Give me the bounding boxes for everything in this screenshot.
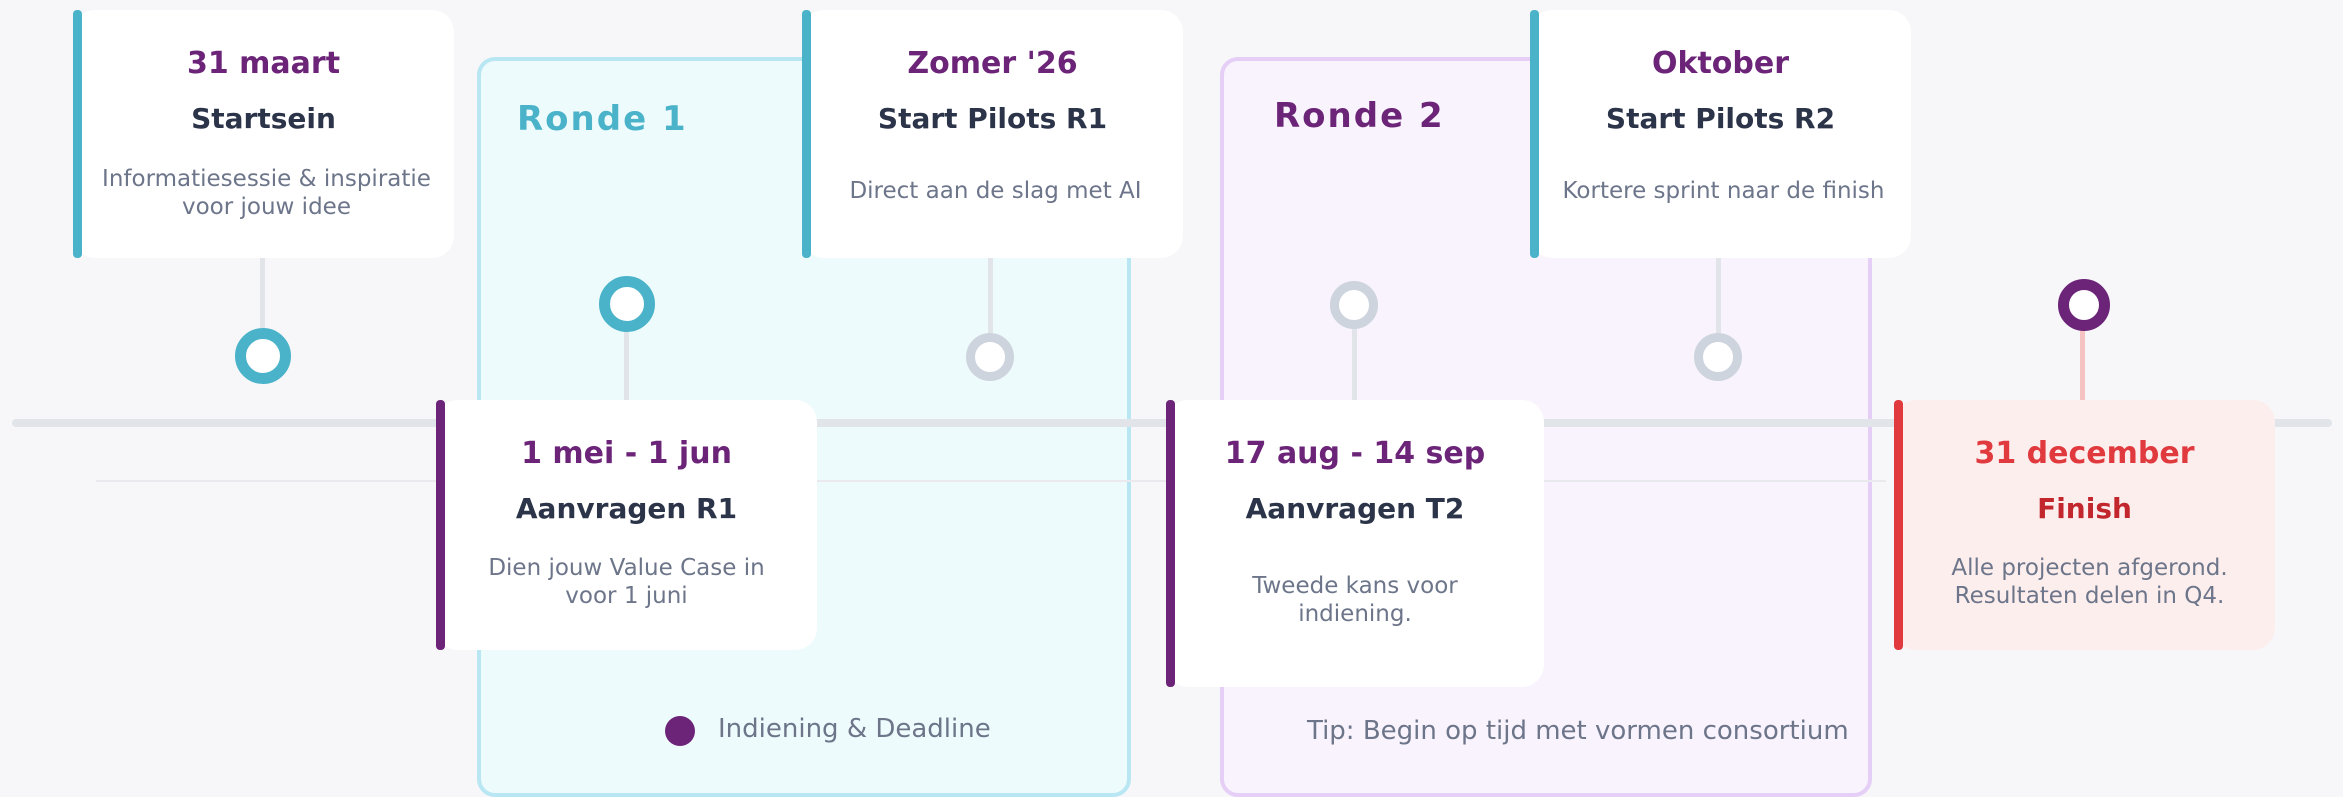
milestone-description: Tweede kans voor indiening. xyxy=(1252,573,1458,627)
legend-dot-icon xyxy=(665,716,695,746)
round-1-label: Ronde 1 xyxy=(517,99,688,139)
milestone-card-finish: 31 december Finish Alle projecten afgero… xyxy=(1894,400,2275,650)
milestone-title: Aanvragen T2 xyxy=(1245,492,1465,525)
milestone-title: Finish xyxy=(2037,492,2132,525)
milestone-title: Start Pilots R2 xyxy=(1605,102,1836,135)
milestone-title: Startsein xyxy=(191,102,336,135)
milestone-card-startsein: 31 maart Startsein Informatiesessie & in… xyxy=(73,10,454,258)
milestone-5-stem xyxy=(1716,258,1721,338)
milestone-description: Dien jouw Value Case in voor 1 juni xyxy=(488,555,765,609)
milestone-card-start-pilots-r2: Oktober Start Pilots R2 Kortere sprint n… xyxy=(1530,10,1911,258)
milestone-4-stem xyxy=(1352,320,1357,400)
milestone-card-aanvragen-r1: 1 mei - 1 jun Aanvragen R1 Dien jouw Val… xyxy=(436,400,817,650)
milestone-2-stem xyxy=(624,320,629,400)
milestone-card-start-pilots-r1: Zomer '26 Start Pilots R1 Direct aan de … xyxy=(802,10,1183,258)
milestone-date: 31 maart xyxy=(186,46,341,81)
legend-label: Indiening & Deadline xyxy=(718,714,991,744)
milestone-date: 1 mei - 1 jun xyxy=(521,436,732,471)
milestone-1-stem xyxy=(260,258,265,338)
milestone-6-marker xyxy=(2058,279,2110,331)
milestone-date: 17 aug - 14 sep xyxy=(1224,436,1486,471)
milestone-2-marker xyxy=(599,276,655,332)
milestone-3-stem xyxy=(988,258,993,338)
milestone-description: Direct aan de slag met AI xyxy=(849,178,1142,204)
milestone-description: Kortere sprint naar de finish xyxy=(1562,178,1885,204)
milestone-4-marker xyxy=(1330,281,1378,329)
milestone-title: Aanvragen R1 xyxy=(515,492,738,525)
milestone-description: Alle projecten afgerond. Resultaten dele… xyxy=(1951,555,2228,609)
tip-text: Tip: Begin op tijd met vormen consortium xyxy=(1307,716,1849,746)
milestone-3-marker xyxy=(966,333,1014,381)
timeline-guide-line xyxy=(96,480,1886,482)
round-2-label: Ronde 2 xyxy=(1274,96,1445,136)
milestone-card-aanvragen-t2: 17 aug - 14 sep Aanvragen T2 Tweede kans… xyxy=(1166,400,1544,687)
milestone-date: Oktober xyxy=(1651,46,1790,81)
milestone-6-stem xyxy=(2080,320,2085,400)
milestone-date: Zomer '26 xyxy=(907,46,1078,81)
milestone-title: Start Pilots R1 xyxy=(877,102,1108,135)
milestone-5-marker xyxy=(1694,333,1742,381)
milestone-1-marker xyxy=(235,328,291,384)
milestone-description: Informatiesessie & inspiratie voor jouw … xyxy=(102,166,431,220)
milestone-date: 31 december xyxy=(1974,436,2195,471)
